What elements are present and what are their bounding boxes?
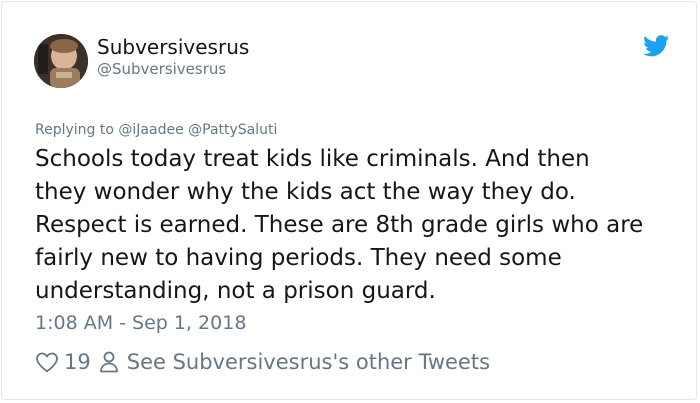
like-count: 19 [64, 350, 91, 374]
other-tweets-link[interactable]: See Subversivesrus's other Tweets [99, 350, 490, 374]
tweet-timestamp[interactable]: 1:08 AM - Sep 1, 2018 [35, 312, 246, 334]
like-button[interactable]: 19 [35, 350, 91, 374]
person-icon [99, 350, 119, 374]
mention-pattysaluti[interactable]: @PattySaluti [188, 122, 277, 138]
tweet-card: Subversivesrus @Subversivesrus Replying … [1, 1, 697, 400]
avatar-image [34, 34, 88, 88]
twitter-bird-icon[interactable] [643, 35, 670, 57]
tweet-text-line: understanding, not a prison guard. [35, 278, 436, 304]
replying-to-label: Replying to [35, 122, 114, 138]
user-handle[interactable]: @Subversivesrus [97, 60, 226, 78]
replying-to: Replying to @iJaadee @PattySaluti [35, 122, 277, 138]
tweet-text: Schools today treat kids like criminals.… [35, 143, 685, 308]
tweet-text-line: they wonder why the kids act the way the… [35, 179, 576, 205]
tweet-text-line: Respect is earned. These are 8th grade g… [35, 212, 644, 238]
mention-ijaadee[interactable]: @iJaadee [118, 122, 183, 138]
avatar[interactable] [34, 34, 88, 88]
other-tweets-label: See Subversivesrus's other Tweets [126, 350, 491, 374]
tweet-text-line: Schools today treat kids like criminals.… [35, 146, 590, 172]
tweet-text-line: fairly new to having periods. They need … [35, 245, 562, 271]
display-name[interactable]: Subversivesrus [97, 35, 249, 59]
tweet-actions: 19 See Subversivesrus's other Tweets [35, 347, 490, 377]
heart-icon [35, 351, 59, 373]
